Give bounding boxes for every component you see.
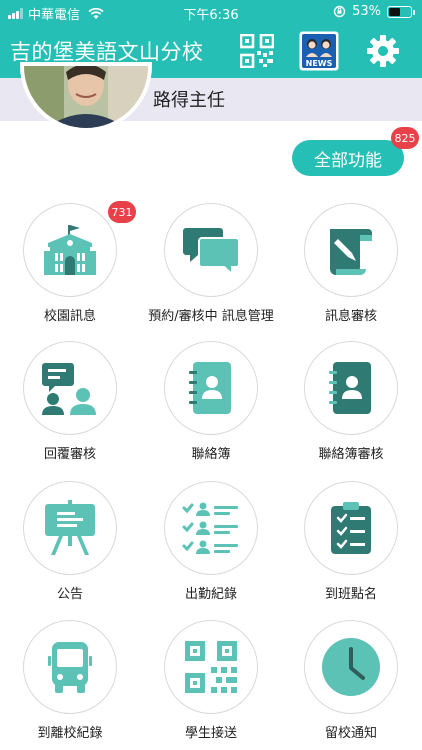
school-building-icon: [44, 225, 96, 275]
reply-review-icon: [42, 363, 96, 415]
tile-icon-circle: [164, 341, 258, 435]
gear-icon: [367, 35, 399, 67]
tile-icon-circle: [164, 620, 258, 714]
tile-label: 回覆審核: [43, 447, 96, 462]
news-icon: NEWS: [299, 31, 339, 71]
tile-icon-circle: [304, 481, 398, 575]
tile-label: 聯絡簿審核: [318, 447, 384, 462]
attendance-list-icon: [182, 502, 238, 554]
all-functions-badge: 825: [391, 127, 419, 149]
news-label: NEWS: [306, 59, 333, 68]
tile-icon-circle: [164, 203, 258, 297]
profile-name: 路得主任: [153, 90, 225, 111]
message-review-icon: [330, 229, 372, 275]
tile-label: 出勤紀錄: [184, 587, 237, 602]
tile-icon-circle: [23, 620, 117, 714]
battery-percent: 53%: [352, 4, 381, 19]
tile-label: 校園訊息: [43, 309, 96, 324]
contact-book-review-icon: [329, 362, 371, 414]
tile-icon-circle: [304, 620, 398, 714]
all-functions-button[interactable]: 全部功能: [292, 140, 404, 176]
status-right: 53%: [333, 4, 415, 19]
tile-label: 聯絡簿: [191, 447, 231, 462]
tile-label: 訊息審核: [324, 309, 377, 324]
tile-icon-circle: [304, 203, 398, 297]
settings-button[interactable]: [363, 30, 403, 72]
qr-code-button[interactable]: [237, 30, 277, 72]
qr-code-icon: [240, 34, 274, 68]
status-bar: 中華電信 下午6:36 53%: [0, 0, 422, 24]
clipboard-checklist-icon: [331, 502, 371, 554]
bus-icon: [48, 642, 92, 693]
campus-news-badge: 731: [108, 201, 136, 223]
avatar[interactable]: [20, 62, 152, 132]
easel-board-icon: [45, 500, 95, 555]
tile-icon-circle: [304, 341, 398, 435]
clock-icon: [322, 638, 380, 696]
chat-bubbles-icon: [183, 228, 240, 276]
tile-label: 預約/審核中 訊息管理: [148, 309, 274, 324]
tile-label: 留校通知: [324, 726, 377, 741]
news-button[interactable]: NEWS: [299, 30, 339, 72]
tile-label: 到班點名: [324, 587, 377, 602]
tile-icon-circle: [23, 341, 117, 435]
tile-icon-circle: [23, 481, 117, 575]
tile-label: 學生接送: [184, 726, 237, 741]
tile-icon-circle: [23, 203, 117, 297]
battery-level: [389, 7, 401, 16]
contact-book-icon: [189, 362, 231, 414]
tile-label: 到離校紀錄: [37, 726, 103, 741]
tile-label: 公告: [56, 587, 83, 602]
qr-scan-icon: [185, 641, 237, 693]
battery-icon: [387, 5, 415, 18]
tile-icon-circle: [164, 481, 258, 575]
orientation-lock-icon: [333, 5, 346, 18]
